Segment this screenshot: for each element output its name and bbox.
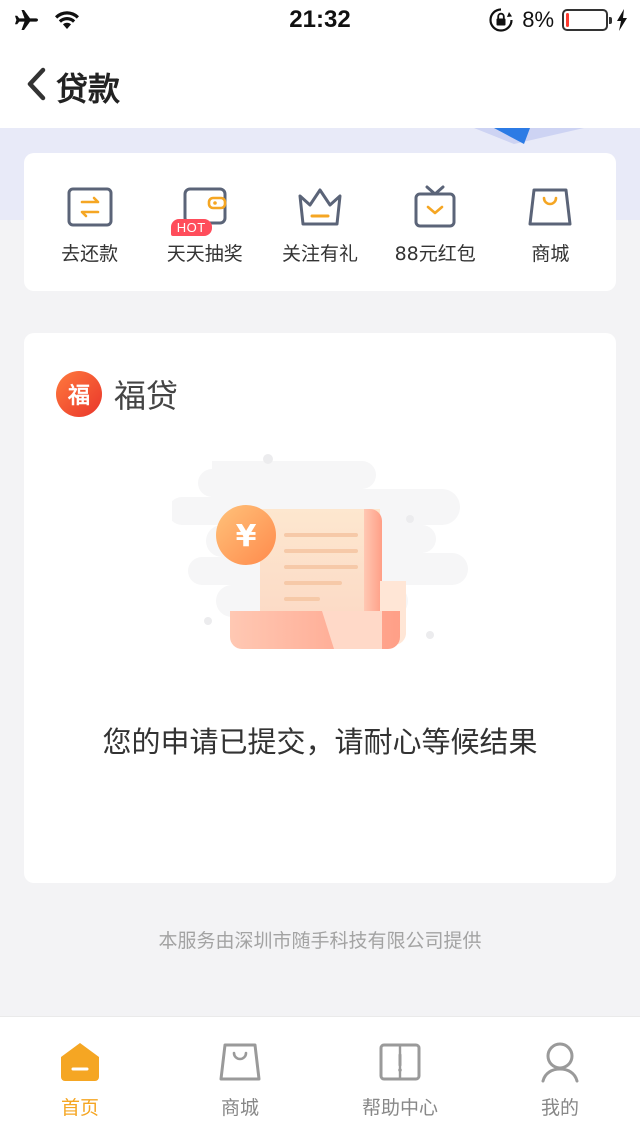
tab-help-center[interactable]: 帮助中心 [320,1017,480,1136]
tab-label: 帮助中心 [361,1097,438,1119]
quick-icon-wrap [407,183,463,231]
quick-action-follow-gift[interactable]: 关注有礼 [264,183,376,266]
shopping-bag-icon [219,1043,261,1081]
red-packet-tv-icon [414,185,456,228]
brand-header: 福 福贷 [56,371,178,417]
quick-icon-wrap [62,183,118,231]
quick-icon-wrap [522,183,578,231]
quick-action-label: 去还款 [61,243,119,265]
charging-icon [617,9,627,31]
quick-icon-wrap [292,183,348,231]
application-status-message: 您的申请已提交，请耐心等候结果 [102,725,538,759]
receipt-illustration: ¥ [172,454,468,649]
back-button[interactable] [14,62,58,106]
brand-logo: 福 [56,371,102,417]
battery-percent: 8% [522,7,554,32]
status-right-icons: 8% [488,7,628,33]
chevron-left-icon [27,67,46,101]
battery-indicator [562,9,612,31]
tab-mall[interactable]: 商城 [160,1017,320,1136]
repay-icon [67,187,113,227]
bottom-tab-bar: 首页 商城 帮助中心 我的 [0,1016,640,1136]
quick-actions-card: 去还款 HOT 天天抽奖 关注有礼 88元红包 商城 [24,153,616,291]
help-book-icon [379,1043,421,1081]
quick-action-label: 88元红包 [394,243,476,265]
tab-label: 我的 [540,1097,579,1119]
quick-action-lottery[interactable]: HOT 天天抽奖 [149,183,261,266]
nav-bar: 贷款 [0,40,640,128]
shopping-bag-icon [528,188,572,226]
user-icon [541,1042,579,1083]
brand-name: 福贷 [114,377,179,415]
tab-home[interactable]: 首页 [0,1017,160,1136]
tab-label: 首页 [60,1097,99,1119]
quick-action-repay[interactable]: 去还款 [34,183,146,266]
currency-symbol: ¥ [236,519,257,554]
home-icon [61,1043,99,1081]
quick-action-label: 关注有礼 [281,243,358,265]
quick-icon-wrap: HOT [170,183,233,236]
provider-note: 本服务由深圳市随手科技有限公司提供 [158,930,482,952]
hot-badge: HOT [170,219,212,236]
crown-icon [298,188,342,226]
status-bar: 21:32 8% [0,0,640,40]
tab-label: 商城 [220,1097,259,1119]
quick-action-label: 天天抽奖 [166,243,243,265]
battery-fill [566,13,569,27]
quick-action-mall[interactable]: 商城 [494,183,606,266]
quick-action-label: 商城 [531,243,570,265]
banner-decoration [474,128,584,144]
orientation-lock-icon [489,8,513,32]
application-status-card: 福 福贷 ¥ 您的申请已提交，请耐心等候结果 [24,333,616,883]
quick-action-red-packet[interactable]: 88元红包 [379,183,491,266]
tab-profile[interactable]: 我的 [480,1017,640,1136]
page-title: 贷款 [56,70,121,108]
